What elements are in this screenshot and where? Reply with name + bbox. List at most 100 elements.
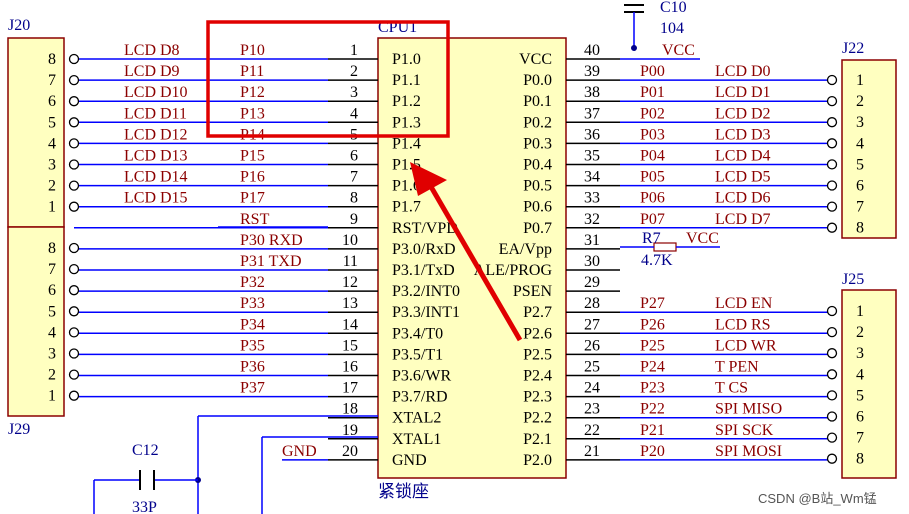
connector-pin-number: 5	[48, 303, 56, 320]
cpu-pin-number: 10	[342, 232, 358, 249]
net-label: VCC	[662, 42, 695, 59]
connector-pin-number: 4	[48, 324, 56, 341]
resistor-r7: R7 4.7K VCC	[620, 230, 720, 269]
cpu-pin-name: P0.2	[523, 114, 552, 131]
connector-pin-circle	[826, 180, 838, 191]
cpu-pin-number: 25	[584, 359, 600, 376]
connector-pin-circle	[826, 159, 838, 170]
cpu-pin-number: 3	[350, 84, 358, 101]
connector-pin-circle	[826, 453, 838, 464]
connector-pin-number: 7	[48, 261, 56, 278]
cpu-pin-number: 4	[350, 105, 358, 122]
connector-pin-number: 5	[856, 156, 864, 173]
connector-j25-body	[841, 289, 897, 479]
connector-j22-label: J22	[842, 40, 864, 57]
connector-pin-number: 7	[48, 72, 56, 89]
net-label: P10	[240, 42, 265, 59]
cpu-footnote: 紧锁座	[378, 482, 429, 501]
net-label: GND	[282, 443, 317, 460]
cpu-pin-number: 27	[584, 316, 600, 333]
connector-pin-circle	[68, 390, 80, 401]
cpu-pin-number: 21	[584, 443, 600, 460]
connector-pin-circle	[68, 159, 80, 170]
c10-value: 104	[660, 20, 684, 37]
cpu-pin-name: P1.4	[392, 135, 421, 152]
net-label: P00	[640, 63, 665, 80]
connector-pin-circle	[826, 74, 838, 86]
connector-pin-number: 8	[856, 451, 864, 468]
cpu-pin-name: P2.6	[523, 325, 552, 342]
connector-pin-circle	[68, 327, 80, 338]
connector-j25-label: J25	[842, 271, 864, 288]
cpu-pin-name: P3.4/T0	[392, 325, 443, 342]
net-label: P15	[240, 148, 265, 165]
cpu-pin-name: P3.2/INT0	[392, 283, 460, 300]
connector-pin-circle	[826, 117, 838, 128]
net-label: P31 TXD	[240, 253, 302, 270]
connector-pin-circle	[68, 138, 80, 149]
cpu-pin-number: 19	[342, 422, 358, 439]
cpu-pin-number: 26	[584, 337, 600, 354]
connector-pin-number: 4	[856, 366, 864, 383]
connector-pin-circle	[826, 432, 838, 443]
cpu-pin-number: 6	[350, 148, 358, 165]
connector-pin-circle	[68, 242, 80, 254]
cpu-pin-number: 1	[350, 42, 358, 59]
cpu-pin-number: 35	[584, 148, 600, 165]
net-label: P23	[640, 380, 665, 397]
cpu-pin-name: P3.0/RxD	[392, 241, 456, 258]
cpu-pin-number: 37	[584, 105, 600, 122]
connector-pin-number: 6	[856, 178, 864, 195]
cpu-pin-name: P2.7	[523, 304, 552, 321]
cpu-pin-name: P1.0	[392, 51, 421, 68]
connector-pin-circle	[826, 95, 838, 107]
net-label: LCD D15	[124, 190, 188, 207]
connector-pin-circle	[68, 96, 80, 107]
r7-net: VCC	[686, 230, 719, 247]
net-label: P17	[240, 190, 265, 207]
connector-pin-circle	[68, 263, 80, 275]
connector-pin-number: 2	[856, 93, 864, 110]
connector-pin-circle	[826, 326, 838, 338]
cpu-pin-number: 7	[350, 169, 358, 186]
net-label: P11	[240, 63, 264, 80]
net-label: LCD D12	[124, 126, 188, 143]
cpu-pin-number: 36	[584, 126, 600, 143]
net-label: P02	[640, 105, 665, 122]
net-label: P26	[640, 316, 665, 333]
cpu-pin-number: 12	[342, 274, 358, 291]
cpu-pin-name: P3.7/RD	[392, 389, 448, 406]
connector-pin-circle	[68, 74, 80, 86]
cpu-pin-number: 30	[584, 253, 600, 270]
net-label: LCD D9	[124, 63, 180, 80]
connector-pin-circle	[68, 117, 80, 128]
cpu-pin-name: P3.3/INT1	[392, 304, 460, 321]
cpu-pin-number: 33	[584, 190, 600, 207]
cpu-pin-name: P3.6/WR	[392, 368, 451, 385]
connector-pin-circle	[826, 348, 838, 359]
net-label: LCD D2	[715, 105, 771, 122]
connector-pin-number: 1	[48, 388, 56, 405]
cpu-pin-name: P1.3	[392, 114, 421, 131]
cpu-pin-number: 29	[584, 274, 600, 291]
net-label: LCD D8	[124, 42, 180, 59]
cpu-pin-number: 39	[584, 63, 600, 80]
connector-pin-circle	[68, 201, 80, 212]
c12-label: C12	[132, 442, 159, 459]
net-label: P12	[240, 84, 265, 101]
cpu-pin-name: P1.1	[392, 72, 421, 89]
capacitor-c12: C12 33P	[93, 415, 378, 514]
net-label: LCD EN	[715, 295, 773, 312]
cpu-pin-number: 15	[342, 337, 358, 354]
net-label: P32	[240, 274, 265, 291]
connector-pin-number: 6	[48, 93, 56, 110]
cpu-pin-number: 8	[350, 190, 358, 207]
net-label: P30 RXD	[240, 232, 303, 249]
connector-pin-circle	[68, 306, 80, 317]
connector-j20-label: J20	[8, 17, 30, 34]
connector-pin-number: 3	[856, 345, 864, 362]
connector-pin-number: 7	[856, 430, 864, 447]
cpu-pin-number: 31	[584, 232, 600, 249]
connector-pin-number: 6	[48, 282, 56, 299]
net-label: SPI MOSI	[715, 443, 782, 460]
